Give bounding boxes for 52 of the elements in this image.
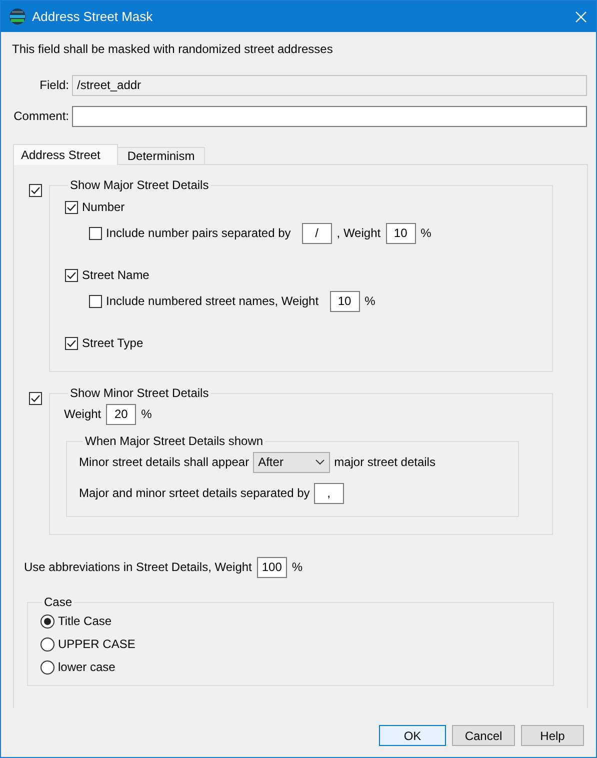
group-title: Show Major Street Details <box>69 178 210 192</box>
label-text: % <box>292 560 303 574</box>
radio-button[interactable] <box>40 660 55 674</box>
field-label: Field: <box>38 78 69 92</box>
checkbox[interactable] <box>88 294 103 308</box>
description-text: This field shall be masked with randomized street addresses <box>12 42 334 58</box>
text-field[interactable]: / <box>302 222 332 244</box>
dialog-button[interactable]: Help <box>521 725 584 746</box>
radio-button[interactable] <box>40 636 55 652</box>
group-title: Show Minor Street Details <box>69 386 210 400</box>
dropdown[interactable]: After <box>253 452 330 472</box>
checkbox-label[interactable]: Include numbered street names, Weight <box>106 294 319 308</box>
label-text: , Weight <box>336 226 381 240</box>
group-title: When Major Street Details shown <box>84 434 264 448</box>
app-icon <box>9 8 26 25</box>
checkbox[interactable] <box>64 200 79 214</box>
label-text: Use abbreviations in Street Details, Weight <box>24 560 252 574</box>
checkbox[interactable] <box>88 226 103 240</box>
radio-label[interactable]: lower case <box>58 660 116 674</box>
tab[interactable]: Determinism <box>117 147 205 164</box>
label-text: Minor street details shall appear <box>79 455 250 469</box>
radio-button[interactable] <box>40 614 55 628</box>
label-text: major street details <box>334 455 436 469</box>
text-field[interactable]: 100 <box>256 556 287 578</box>
label-text: Major and minor srteet details separated by <box>79 486 310 500</box>
window-title: Address Street Mask <box>32 9 154 24</box>
close-icon[interactable] <box>575 10 587 22</box>
label-text: % <box>141 407 152 421</box>
checkbox[interactable] <box>64 268 79 282</box>
checkbox[interactable] <box>64 336 79 350</box>
chevron-down-icon <box>315 459 326 465</box>
text-field[interactable] <box>72 106 587 126</box>
checkbox-label[interactable]: Street Name <box>82 268 150 282</box>
checkbox-label[interactable]: Number <box>82 200 125 214</box>
text-field[interactable]: , <box>314 482 344 504</box>
field-label: Comment: <box>12 109 69 123</box>
dialog-button[interactable]: OK <box>379 725 446 746</box>
text-field[interactable]: 20 <box>106 404 136 424</box>
label-text: % <box>420 226 432 240</box>
text-field[interactable]: 10 <box>330 290 360 312</box>
dialog-button[interactable]: Cancel <box>452 725 515 746</box>
checkbox[interactable] <box>28 390 43 406</box>
radio-label[interactable]: UPPER CASE <box>58 637 136 651</box>
group-title: Case <box>43 595 74 609</box>
radio-label[interactable]: Title Case <box>58 614 112 628</box>
checkbox-label[interactable]: Include number pairs separated by <box>106 226 291 240</box>
tab[interactable]: Address Street <box>13 144 118 165</box>
label-text: % <box>364 294 376 308</box>
checkbox-label[interactable]: Street Type <box>82 336 144 350</box>
text-field[interactable]: 10 <box>386 222 416 244</box>
checkbox[interactable] <box>28 182 43 198</box>
label-text: Weight <box>64 407 102 421</box>
